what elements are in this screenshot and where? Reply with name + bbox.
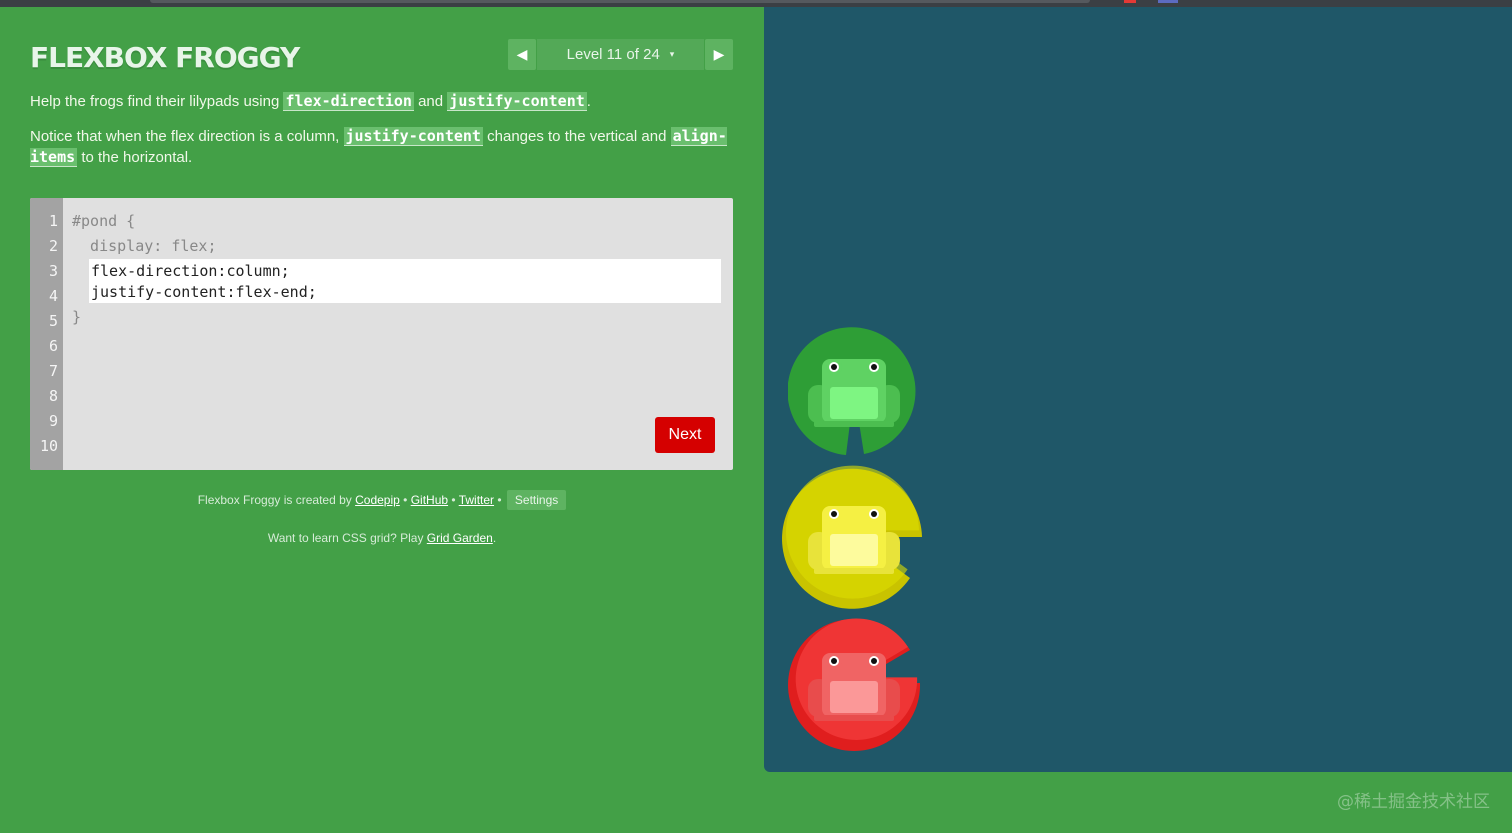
level-dropdown[interactable]: Level 11 of 24 ▾ xyxy=(537,39,704,70)
previous-level-button[interactable]: ◀ xyxy=(508,39,536,70)
grid-garden-promo: Want to learn CSS grid? Play Grid Garden… xyxy=(0,531,764,545)
instruction-text: . xyxy=(586,93,591,110)
line-number: 3 xyxy=(48,262,58,280)
line-number: 5 xyxy=(48,312,58,330)
code-keyword[interactable]: justify-content xyxy=(447,92,587,111)
caret-down-icon: ▾ xyxy=(669,49,675,59)
promo-text: . xyxy=(492,531,497,545)
instruction-paragraph: Notice that when the flex direction is a… xyxy=(30,126,730,168)
instruction-text: Help the frogs find their lilypads using xyxy=(30,93,284,110)
settings-button[interactable]: Settings xyxy=(506,490,567,510)
github-link[interactable]: GitHub xyxy=(411,493,448,507)
credits-text: Flexbox Froggy is created by xyxy=(197,493,356,507)
line-number: 8 xyxy=(48,387,58,405)
next-level-button[interactable]: ▶ xyxy=(705,39,733,70)
triangle-right-icon: ▶ xyxy=(713,46,725,62)
instructions: Help the frogs find their lilypads using… xyxy=(30,91,730,182)
line-number: 7 xyxy=(48,362,58,380)
game-title: FLEXBOX FROGGY xyxy=(30,41,300,74)
separator: • xyxy=(399,493,411,507)
line-number: 4 xyxy=(48,287,58,305)
instruction-text: and xyxy=(413,93,448,110)
separator: • xyxy=(448,493,459,507)
next-button[interactable]: Next xyxy=(655,417,715,453)
grid-garden-link[interactable]: Grid Garden xyxy=(427,531,493,545)
answer-line: justify-content:flex-end; xyxy=(91,283,317,301)
code-line: } xyxy=(72,308,82,326)
level-navigation: ◀ Level 11 of 24 ▾ ▶ xyxy=(508,39,733,70)
line-number: 9 xyxy=(48,412,58,430)
instruction-text: changes to the vertical and xyxy=(482,128,671,145)
code-keyword[interactable]: justify-content xyxy=(343,127,483,146)
pond xyxy=(764,7,1512,772)
instruction-text: to the horizontal. xyxy=(77,149,193,166)
twitter-link[interactable]: Twitter xyxy=(459,493,494,507)
answer-line: flex-direction:column; xyxy=(91,262,290,280)
codepip-link[interactable]: Codepip xyxy=(355,493,400,507)
green-frog-icon xyxy=(808,359,900,427)
separator: • xyxy=(494,493,505,507)
answer-textarea[interactable]: flex-direction:column; justify-content:f… xyxy=(89,259,721,303)
browser-scrollbar[interactable] xyxy=(150,0,1090,3)
credits: Flexbox Froggy is created by Codepip • G… xyxy=(0,490,764,510)
line-number-gutter: 1 2 3 4 5 6 7 8 9 10 xyxy=(30,198,63,470)
browser-tab-indicator xyxy=(1158,0,1178,3)
code-keyword[interactable]: flex-direction xyxy=(283,92,414,111)
line-number: 6 xyxy=(48,337,58,355)
browser-tab-indicator xyxy=(1124,0,1136,3)
triangle-left-icon: ◀ xyxy=(516,46,528,62)
line-number: 2 xyxy=(48,237,58,255)
red-frog-icon xyxy=(808,653,900,721)
code-editor: 1 2 3 4 5 6 7 8 9 10 #pond { display: fl… xyxy=(30,198,733,470)
promo-text: Want to learn CSS grid? Play xyxy=(267,531,427,545)
yellow-frog-icon xyxy=(808,506,900,574)
level-label: Level 11 of 24 xyxy=(566,46,660,63)
line-number: 1 xyxy=(48,212,58,230)
sidebar: FLEXBOX FROGGY ◀ Level 11 of 24 ▾ ▶ Help… xyxy=(0,7,764,833)
code-line: display: flex; xyxy=(72,237,217,255)
line-number: 10 xyxy=(39,437,58,455)
watermark: @稀土掘金技术社区 xyxy=(1337,792,1490,812)
browser-top-edge xyxy=(0,0,1512,7)
code-line: #pond { xyxy=(72,212,136,230)
instruction-text: Notice that when the flex direction is a… xyxy=(30,128,344,145)
instruction-paragraph: Help the frogs find their lilypads using… xyxy=(30,91,730,112)
